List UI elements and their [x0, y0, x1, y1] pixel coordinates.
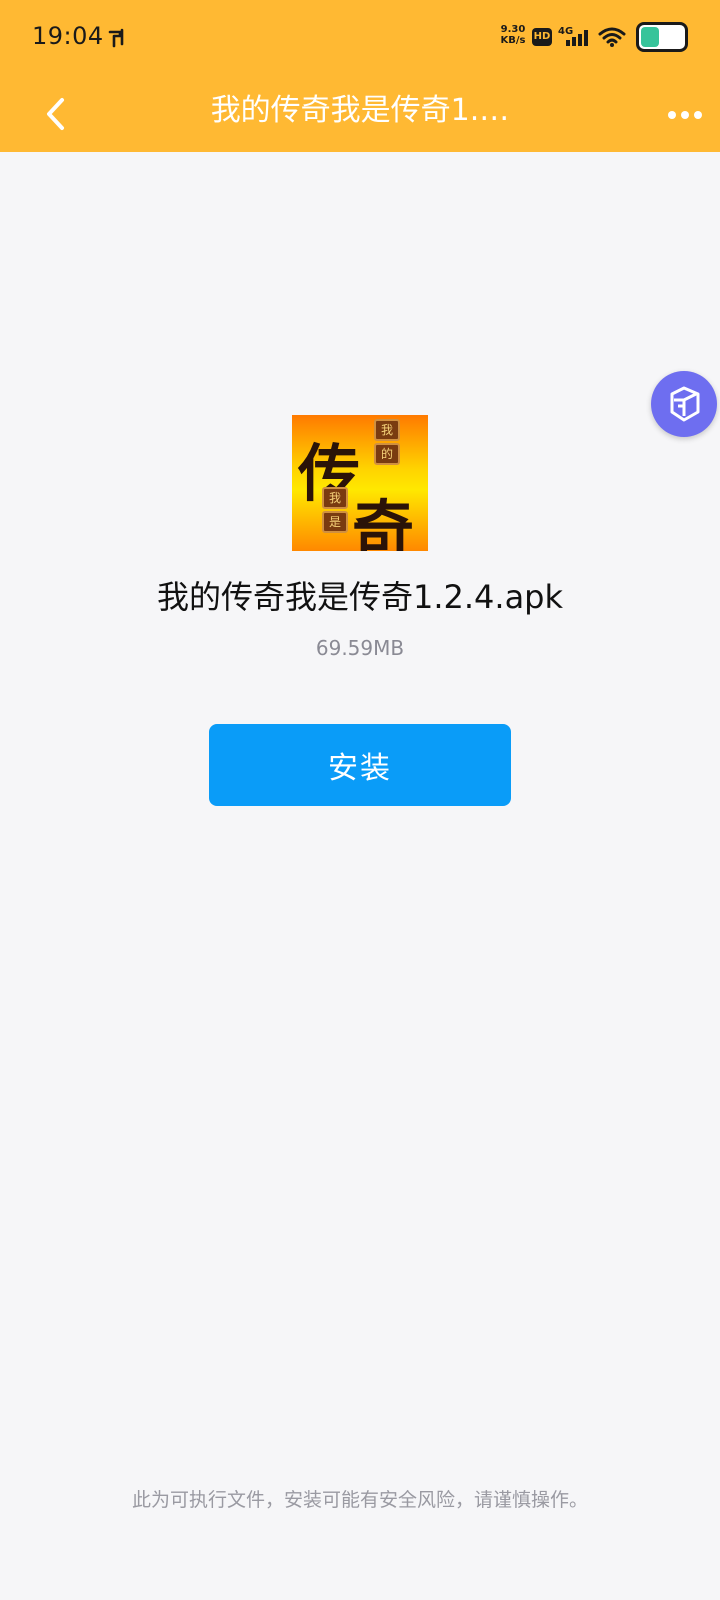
app-icon-tag: 我 [322, 487, 348, 509]
file-size: 69.59MB [315, 636, 405, 660]
net-speed-unit: KB/s [500, 35, 526, 46]
carrier-icon [108, 28, 124, 48]
navigation-bar: 我的传奇我是传奇1.… [0, 76, 720, 152]
net-speed-value: 9.30 [500, 24, 526, 35]
net-speed: 9.30 KB/s [496, 24, 530, 46]
chevron-left-icon [47, 98, 64, 130]
status-time: 19:04 [32, 22, 104, 50]
app-icon: 传 奇 我 的 我 是 [292, 415, 428, 551]
more-options-button[interactable] [660, 90, 710, 140]
file-name: 我的传奇我是传奇1.2.4.apk [156, 578, 564, 616]
more-dots-icon [668, 111, 702, 119]
security-warning: 此为可执行文件，安装可能有安全风险，请谨慎操作。 [131, 1489, 588, 1511]
network-type-label: 4G [558, 26, 573, 37]
app-icon-tag: 是 [322, 511, 348, 533]
app-icon-tag: 的 [374, 443, 400, 465]
signal-icon: 4G [558, 26, 588, 46]
app-icon-char-b: 奇 [352, 493, 415, 551]
hd-icon: HD [532, 28, 552, 46]
app-icon-tag: 我 [374, 419, 400, 441]
back-button[interactable] [30, 88, 82, 140]
cube-icon [670, 386, 700, 422]
wifi-icon [598, 27, 626, 47]
floating-assistant-button[interactable] [651, 371, 717, 437]
top-bar: 19:04 9.30 KB/s HD 4G 我的传奇我是传奇1.… [0, 0, 720, 152]
install-button[interactable]: 安装 [209, 724, 511, 806]
battery-icon [636, 22, 688, 52]
status-bar: 19:04 9.30 KB/s HD 4G [0, 0, 720, 76]
page-title: 我的传奇我是传奇1.… [210, 93, 510, 128]
